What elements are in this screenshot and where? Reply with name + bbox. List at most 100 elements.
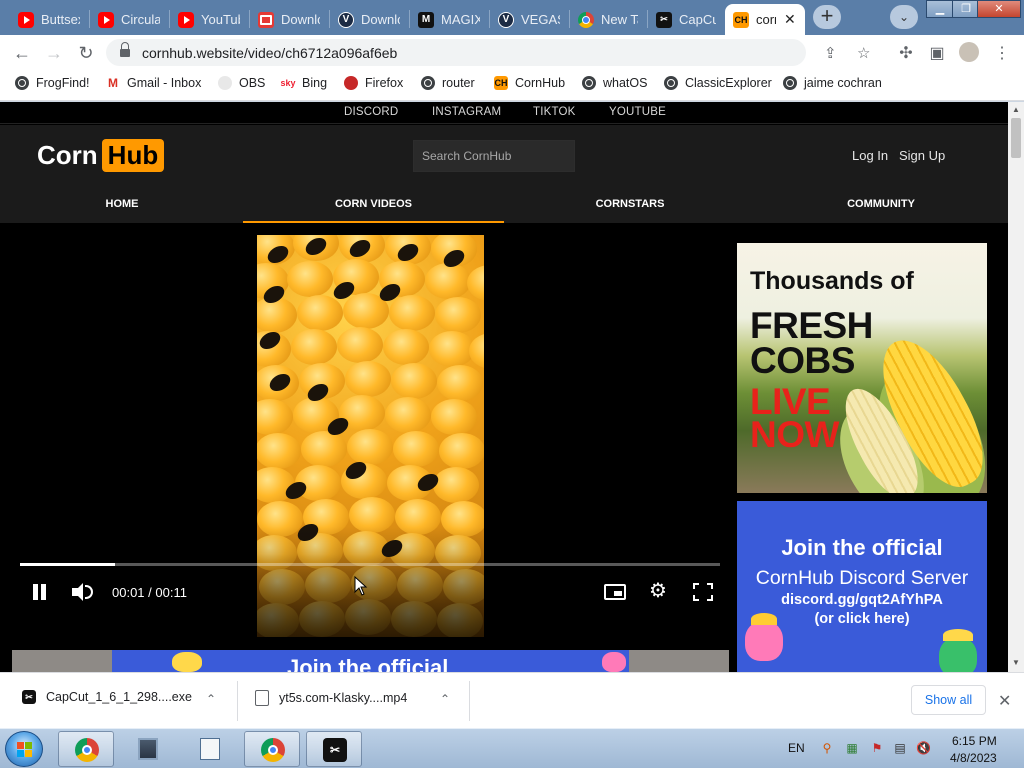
ad-discord-server[interactable]: Join the official CornHub Discord Server… [737, 501, 987, 672]
reload-button[interactable]: ↻ [74, 41, 98, 65]
address-bar[interactable]: cornhub.website/video/ch6712a096af6eb ⇪ … [106, 39, 870, 66]
clock-time[interactable]: 6:15 PM [952, 734, 997, 748]
github-icon [218, 76, 232, 90]
close-window-button[interactable]: ✕ [977, 0, 1021, 18]
scrollbar-thumb[interactable] [1011, 118, 1021, 158]
chevron-up-icon[interactable]: ⌃ [206, 692, 216, 706]
close-shelf-icon[interactable]: ✕ [998, 691, 1011, 711]
bookmark-gmail[interactable]: M Gmail - Inbox [106, 76, 201, 90]
forward-button[interactable]: → [42, 41, 66, 65]
site-header: Corn Hub Log In Sign Up [0, 125, 1008, 193]
ad2-invite-link[interactable]: discord.gg/gqt2AfYhPA [737, 592, 987, 608]
tab-title: New Tab [601, 12, 638, 27]
bookmark-label: CornHub [515, 76, 566, 90]
tab-title: Downloader [361, 12, 400, 27]
bookmark-whatos[interactable]: whatOS [582, 76, 647, 90]
tiktok-link[interactable]: TIKTOK [533, 106, 576, 118]
tab-title: Circular [121, 12, 160, 27]
bookmark-label: whatOS [603, 76, 648, 90]
login-link[interactable]: Log In [852, 148, 888, 163]
nav-cornstars[interactable]: CORNSTARS [504, 193, 756, 223]
taskbar-task-view[interactable] [120, 731, 176, 767]
tab-2[interactable]: Circular [90, 4, 168, 35]
update-tray-icon[interactable]: ▦ [845, 741, 859, 755]
show-all-downloads-button[interactable]: Show all [911, 685, 986, 715]
bookmark-cornhub[interactable]: CH CornHub [494, 76, 565, 90]
taskbar-capcut[interactable]: ✂ [306, 731, 362, 767]
tab-search-button[interactable]: ⌄ [890, 5, 918, 29]
tab-7[interactable]: V VEGAS [490, 4, 568, 35]
page-scrollbar[interactable]: ▲ ▼ [1008, 102, 1024, 672]
tab-title: CapCut [679, 12, 716, 27]
side-panel-icon[interactable]: ▣ [927, 43, 947, 63]
start-button[interactable] [5, 731, 43, 767]
globe-icon [783, 76, 797, 90]
menu-kebab-icon[interactable]: ⋮ [992, 43, 1012, 63]
download-item-capcut[interactable]: ✂ CapCut_1_6_1_298....exe [22, 690, 192, 704]
cornhub-icon: CH [494, 76, 508, 90]
download-filename: CapCut_1_6_1_298....exe [46, 690, 192, 704]
mouse-cursor-icon [354, 576, 368, 596]
bookmark-router[interactable]: router [421, 76, 475, 90]
discord-link[interactable]: DISCORD [344, 106, 398, 118]
tab-4[interactable]: Downloader [250, 4, 328, 35]
restore-button[interactable]: ❐ [952, 0, 980, 18]
settings-gear-icon[interactable]: ⚙ [649, 580, 667, 602]
scroll-down-arrow-icon[interactable]: ▼ [1011, 658, 1021, 667]
tab-active-corn[interactable]: CH corn ✕ [725, 4, 805, 35]
search-tray-icon[interactable]: ⚲ [820, 741, 834, 755]
seek-bar[interactable] [20, 563, 720, 566]
network-tray-icon[interactable]: ▤ [893, 741, 907, 755]
pause-icon[interactable] [30, 582, 48, 602]
nav-home[interactable]: HOME [0, 193, 248, 223]
bookmark-bing[interactable]: sky Bing [280, 76, 327, 90]
instagram-link[interactable]: INSTAGRAM [432, 106, 501, 118]
chevron-up-icon[interactable]: ⌃ [440, 692, 450, 706]
flag-tray-icon[interactable]: ⚑ [870, 741, 884, 755]
download-item-mp4[interactable]: yt5s.com-Klasky....mp4 [255, 690, 407, 706]
nav-community[interactable]: COMMUNITY [755, 193, 1007, 223]
tab-6[interactable]: M MAGIX [410, 4, 488, 35]
tab-8[interactable]: New Tab [570, 4, 646, 35]
youtube-link[interactable]: YOUTUBE [609, 106, 666, 118]
extensions-icon[interactable]: ✣ [896, 43, 916, 63]
profile-avatar[interactable] [959, 42, 979, 62]
close-tab-icon[interactable]: ✕ [783, 11, 797, 28]
windows-flag-icon [17, 742, 33, 758]
tab-3[interactable]: YouTube [170, 4, 248, 35]
tab-9[interactable]: ✂ CapCut [648, 4, 724, 35]
scroll-up-arrow-icon[interactable]: ▲ [1011, 105, 1021, 114]
share-icon[interactable]: ⇪ [824, 44, 837, 62]
taskbar-chrome-active[interactable] [58, 731, 114, 767]
picture-in-picture-icon[interactable] [604, 584, 626, 600]
tab-5[interactable]: V Downloader [330, 4, 408, 35]
clock-date[interactable]: 4/8/2023 [950, 751, 997, 765]
bookmark-obs[interactable]: OBS [218, 76, 265, 90]
bookmark-label: FrogFind! [36, 76, 90, 90]
bookmark-classicexplorer[interactable]: ClassicExplorer [664, 76, 772, 90]
bookmark-firefox[interactable]: Firefox [344, 76, 403, 90]
taskbar-chrome-profile[interactable] [244, 731, 300, 767]
ad-fresh-cobs[interactable]: Thousands of FRESH COBS LIVE NOW [737, 243, 987, 493]
signup-link[interactable]: Sign Up [899, 148, 945, 163]
tab-title: Downloader [281, 12, 320, 27]
bookmark-jaime-cochran[interactable]: jaime cochran [783, 76, 882, 90]
bottom-banner-ad[interactable]: Join the official [12, 650, 729, 672]
back-button[interactable]: ← [10, 41, 34, 65]
bookmark-star-icon[interactable]: ☆ [857, 44, 870, 62]
nav-corn-videos[interactable]: CORN VIDEOS [243, 193, 504, 223]
vegas-icon: V [338, 11, 354, 28]
bookmark-frogfind[interactable]: FrogFind! [15, 76, 90, 90]
site-logo[interactable]: Corn Hub [37, 139, 165, 172]
new-tab-button[interactable]: + [813, 5, 841, 29]
url-text[interactable]: cornhub.website/video/ch6712a096af6eb [142, 45, 397, 61]
minimize-button[interactable]: ▁ [926, 0, 954, 18]
lock-icon[interactable] [120, 42, 130, 58]
volume-muted-tray-icon[interactable]: 🔇 [916, 741, 931, 755]
taskbar-explorer[interactable] [182, 731, 238, 767]
fullscreen-icon[interactable] [693, 583, 713, 601]
capcut-icon: ✂ [323, 738, 347, 762]
tab-1[interactable]: Buttsex [10, 4, 88, 35]
site-search-input[interactable] [413, 140, 575, 172]
language-indicator[interactable]: EN [788, 741, 805, 755]
